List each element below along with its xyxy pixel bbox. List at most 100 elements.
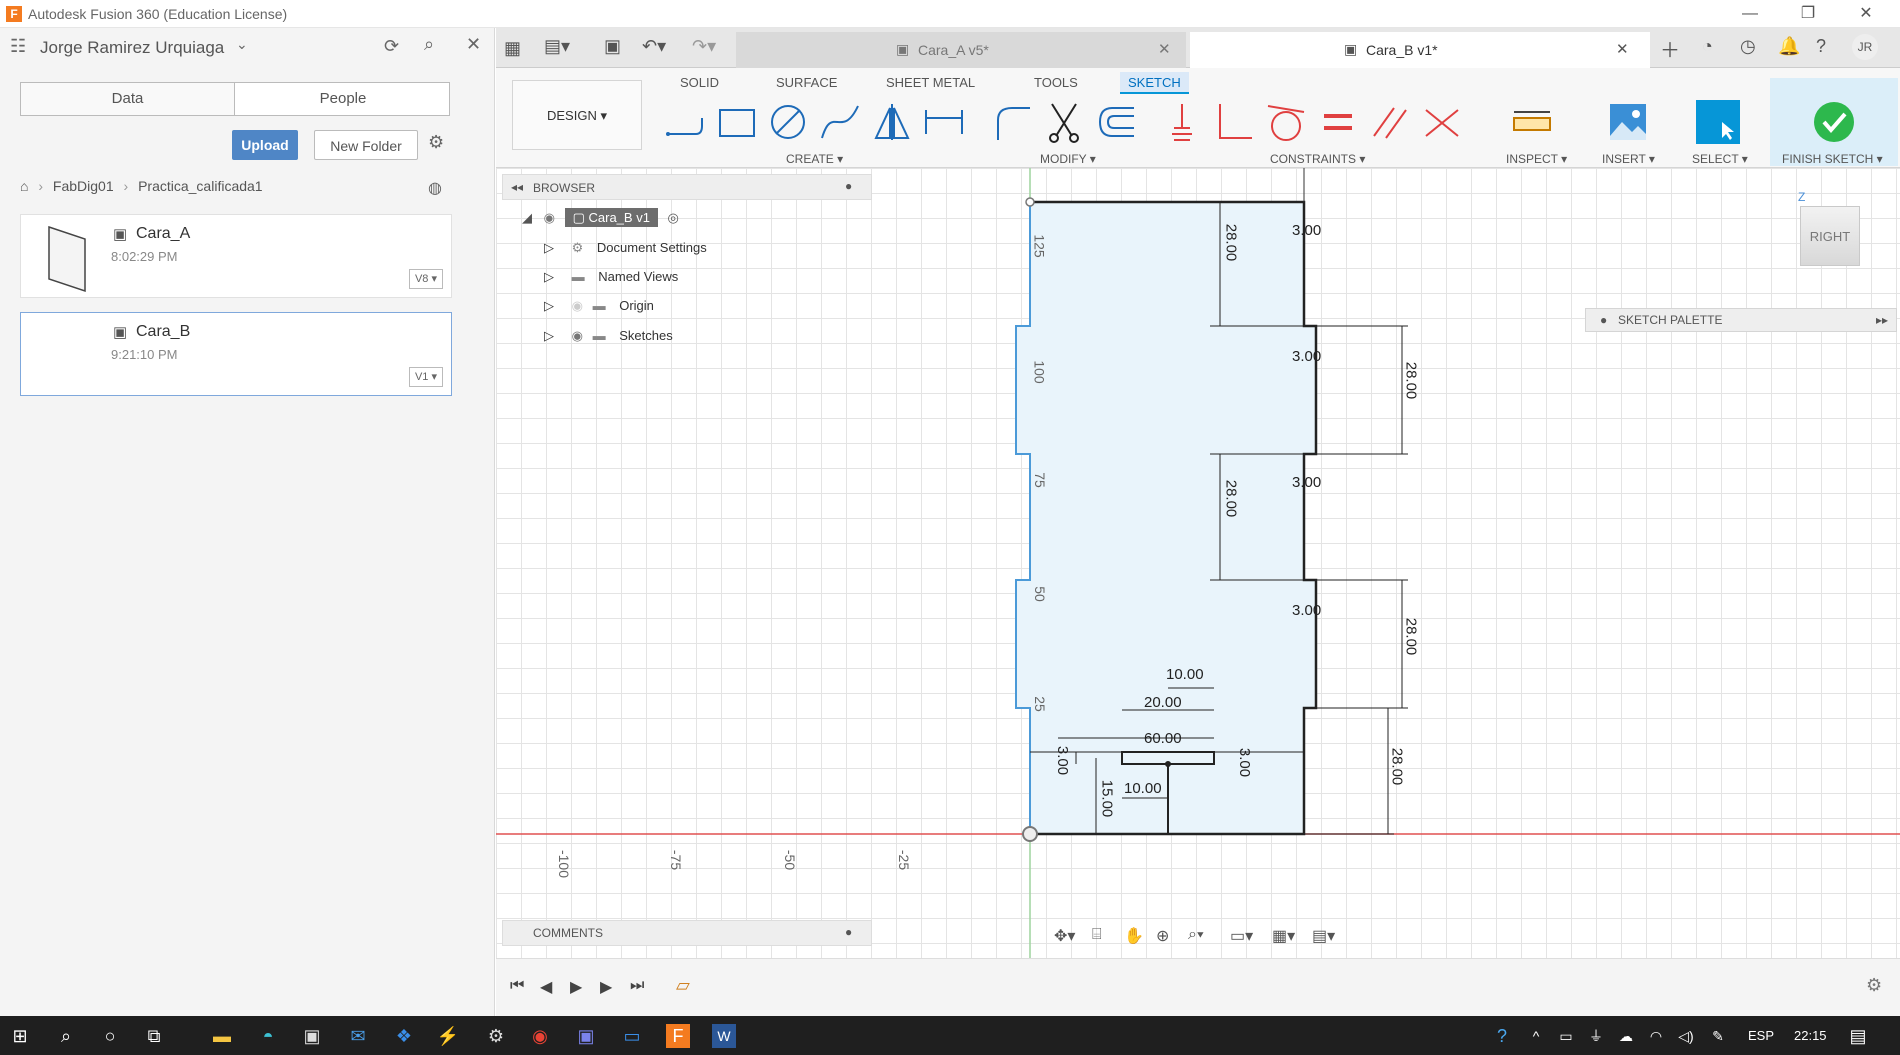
select-group-label[interactable]: SELECT ▾ — [1692, 152, 1748, 166]
expand-triangle-icon[interactable]: ◢ — [522, 210, 532, 225]
dimension-label[interactable]: 60.00 — [1144, 730, 1182, 747]
new-folder-button[interactable]: New Folder — [314, 130, 418, 160]
usb-icon[interactable]: ⏚ — [1584, 1024, 1608, 1048]
doc-tab-cara-b[interactable]: ▣ Cara_B v1* ✕ — [1190, 32, 1650, 68]
cloud-icon[interactable]: ☁ — [1614, 1024, 1638, 1048]
eye-icon[interactable]: ◉ — [544, 210, 555, 225]
step-back-icon[interactable]: ◀ — [540, 977, 552, 997]
globe-icon[interactable]: ◍ — [428, 178, 442, 198]
pen-icon[interactable]: ✎ — [1706, 1024, 1730, 1048]
minimize-button[interactable]: — — [1728, 2, 1772, 26]
tab-surface[interactable]: SURFACE — [768, 72, 845, 94]
notifications-center-icon[interactable]: ▤ — [1846, 1024, 1870, 1048]
orbit-icon[interactable]: ✥▾ — [1054, 926, 1075, 946]
tab-people[interactable]: People — [236, 83, 450, 115]
upload-button[interactable]: Upload — [232, 130, 298, 160]
dimension-label[interactable]: 28.00 — [1402, 618, 1419, 656]
expand-triangle-icon[interactable]: ▷ — [544, 240, 554, 255]
fusion-360-taskbar-icon[interactable]: F — [666, 1024, 690, 1048]
offset-icon[interactable] — [1094, 100, 1138, 144]
file-menu-icon[interactable]: ▤▾ — [544, 36, 570, 57]
tab-tools[interactable]: TOOLS — [1026, 72, 1086, 94]
file-explorer-icon[interactable]: ▬ — [210, 1024, 234, 1048]
chevron-down-icon[interactable]: ⌄ — [236, 36, 248, 53]
insert-image-icon[interactable] — [1606, 100, 1650, 144]
line-icon[interactable] — [662, 100, 706, 144]
browser-node-document-settings[interactable]: ▷ ⚙ Document Settings — [544, 236, 707, 260]
language-indicator[interactable]: ESP — [1748, 1028, 1774, 1043]
store-icon[interactable]: ▣ — [300, 1024, 324, 1048]
fillet-icon[interactable] — [990, 100, 1034, 144]
comments-panel[interactable]: COMMENTS ● — [502, 920, 872, 946]
browser-node-sketches[interactable]: ▷ ◉ ▬ Sketches — [544, 324, 673, 348]
sketch-palette[interactable]: ● SKETCH PALETTE ▸▸ — [1585, 308, 1897, 332]
constraints-group-label[interactable]: CONSTRAINTS ▾ — [1270, 152, 1365, 166]
dimension-label[interactable]: 28.00 — [1402, 362, 1419, 400]
insert-group-label[interactable]: INSERT ▾ — [1602, 152, 1655, 166]
gear-icon[interactable]: ⚙ — [428, 132, 444, 153]
apps-grid-icon[interactable]: ▦ — [504, 38, 521, 59]
help-icon[interactable]: ? — [1816, 36, 1826, 57]
select-icon[interactable] — [1696, 100, 1740, 144]
volume-icon[interactable]: ◁) — [1674, 1024, 1698, 1048]
step-forward-icon[interactable]: ▶ — [600, 977, 612, 997]
display-settings-icon[interactable]: ▭▾ — [1230, 926, 1253, 946]
activate-icon[interactable]: ◎ — [668, 210, 679, 225]
mail-icon[interactable]: ✉ — [346, 1024, 370, 1048]
word-icon[interactable]: W — [712, 1024, 736, 1048]
pin-icon[interactable]: ● — [845, 179, 852, 193]
create-group-label[interactable]: CREATE ▾ — [786, 152, 843, 166]
coincident-icon[interactable] — [1420, 100, 1464, 144]
cortana-icon[interactable]: ○ — [98, 1024, 122, 1048]
collapse-icon[interactable]: ◂◂ — [511, 180, 523, 194]
version-badge[interactable]: V1 ▾ — [409, 367, 443, 387]
browser-root[interactable]: ◢ ◉ ▢ Cara_B v1 ◎ — [522, 206, 679, 230]
close-window-button[interactable]: ✕ — [1844, 2, 1888, 26]
mirror-icon[interactable] — [870, 100, 914, 144]
task-view-icon[interactable]: ⧉ — [142, 1024, 166, 1048]
fix-constraint-icon[interactable] — [1160, 100, 1204, 144]
undo-icon[interactable]: ↶▾ — [642, 36, 666, 57]
windows-start-icon[interactable]: ⊞ — [8, 1024, 32, 1048]
grid-settings-icon[interactable]: ▦▾ — [1272, 926, 1295, 946]
finish-sketch-label[interactable]: FINISH SKETCH ▾ — [1782, 152, 1883, 166]
battery-icon[interactable]: ▭ — [1554, 1024, 1578, 1048]
fit-icon[interactable]: ⌕▾ — [1188, 926, 1204, 944]
expand-triangle-icon[interactable]: ▷ — [544, 328, 554, 343]
redo-icon[interactable]: ↷▾ — [692, 36, 716, 57]
file-card[interactable]: ▣ Cara_A 8:02:29 PM V8 ▾ — [20, 214, 452, 298]
eye-icon[interactable]: ◉ — [572, 328, 583, 343]
team-icon[interactable]: ☷ — [10, 36, 26, 57]
user-name[interactable]: Jorge Ramirez Urquiaga — [40, 38, 224, 58]
breadcrumb-item[interactable]: Practica_calificada1 — [138, 178, 263, 194]
doc-tab-cara-a[interactable]: ▣ Cara_A v5* ✕ — [736, 32, 1186, 68]
settings-icon[interactable]: ⚙ — [484, 1024, 508, 1048]
file-card[interactable]: ▣ Cara_B 9:21:10 PM V1 ▾ — [20, 312, 452, 396]
new-tab-icon[interactable]: ＋ — [1660, 34, 1680, 63]
breadcrumb-item[interactable]: FabDig01 — [53, 178, 114, 194]
search-icon[interactable]: ⌕ — [424, 34, 434, 55]
tab-sheet-metal[interactable]: SHEET METAL — [878, 72, 983, 94]
refresh-icon[interactable]: ⟳ — [384, 36, 399, 57]
rectangle-icon[interactable] — [714, 100, 758, 144]
dimension-label[interactable]: 3.00 — [1292, 348, 1321, 365]
modify-group-label[interactable]: MODIFY ▾ — [1040, 152, 1096, 166]
save-icon[interactable]: ▣ — [604, 36, 621, 57]
dimension-label[interactable]: 10.00 — [1166, 666, 1204, 683]
tab-sketch[interactable]: SKETCH — [1120, 72, 1189, 94]
expand-icon[interactable]: ▸▸ — [1876, 309, 1888, 331]
dimension-label[interactable]: 28.00 — [1388, 748, 1405, 786]
tab-solid[interactable]: SOLID — [672, 72, 727, 94]
trim-icon[interactable] — [1042, 100, 1086, 144]
finish-sketch-check-icon[interactable] — [1812, 100, 1856, 144]
browser-node-named-views[interactable]: ▷ ▬ Named Views — [544, 265, 678, 289]
close-tab-icon[interactable]: ✕ — [1158, 40, 1171, 58]
go-to-end-icon[interactable]: ⏭ — [630, 977, 644, 995]
pin-icon[interactable]: ● — [845, 925, 852, 939]
go-to-start-icon[interactable]: ⏮ — [510, 977, 524, 995]
pan-icon[interactable]: ✋ — [1124, 926, 1144, 946]
dimension-label[interactable]: 20.00 — [1144, 694, 1182, 711]
viewports-icon[interactable]: ▤▾ — [1312, 926, 1335, 946]
clock[interactable]: 22:15 — [1794, 1028, 1827, 1043]
timeline-settings-icon[interactable]: ⚙ — [1866, 975, 1882, 996]
